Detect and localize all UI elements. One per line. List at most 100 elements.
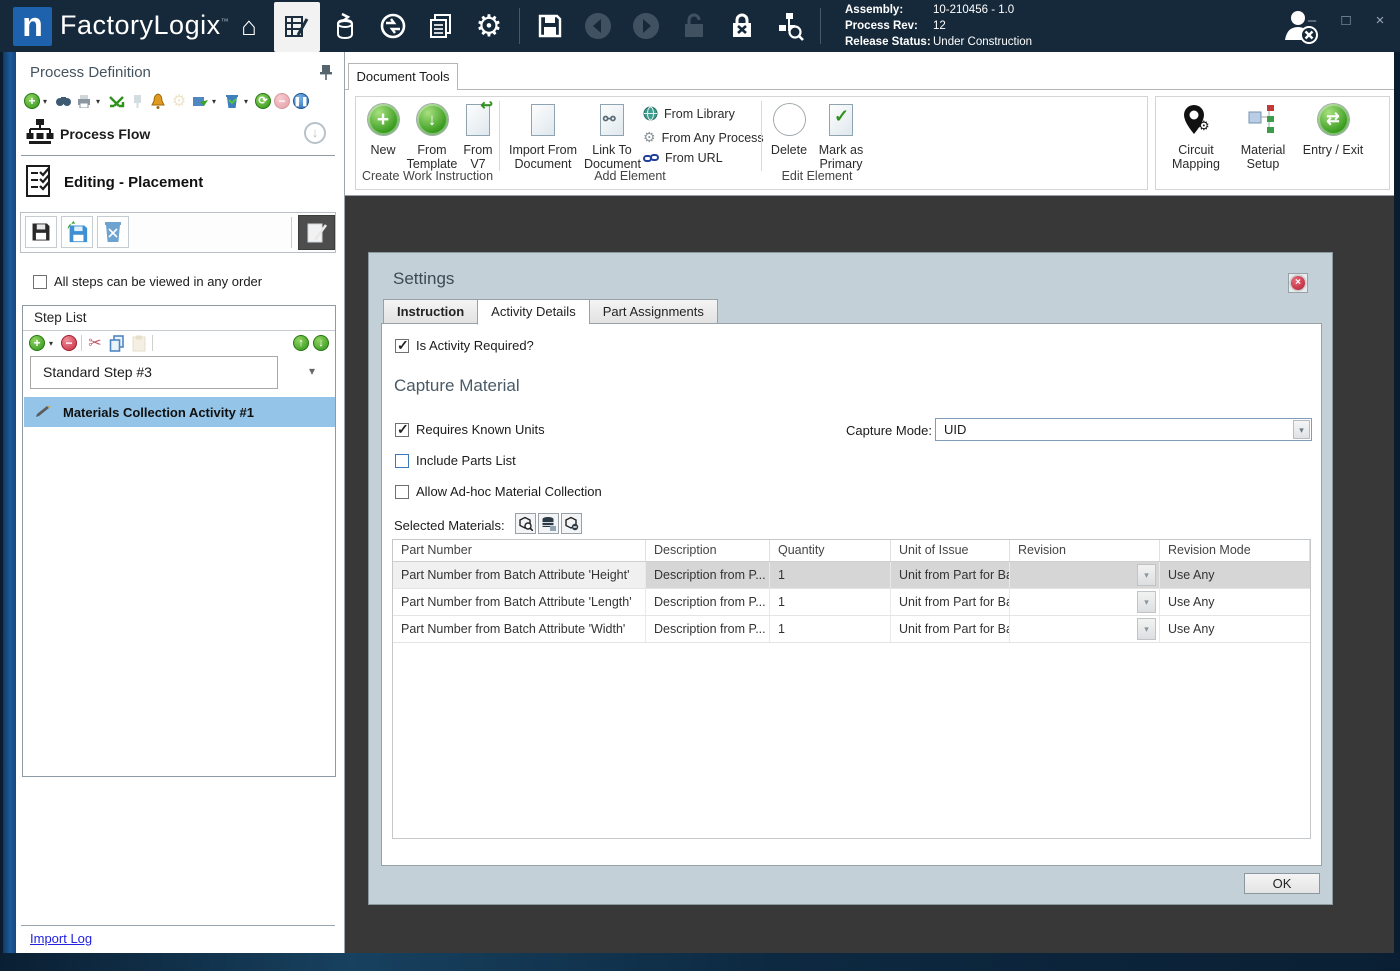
capture-mode-select[interactable]: UID ▾ [935, 418, 1312, 441]
unlock-button[interactable] [671, 2, 717, 50]
lock-revision-button[interactable] [719, 2, 765, 50]
tab-document-tools[interactable]: Document Tools [348, 63, 458, 90]
delete-step-button[interactable] [97, 216, 129, 248]
minimize-button[interactable]: – [1302, 12, 1322, 29]
ok-button[interactable]: OK [1244, 873, 1320, 894]
cut-icon[interactable]: ✂ [86, 334, 104, 352]
cell-description[interactable]: Description from P... [646, 562, 770, 588]
recycle-dropdown-caret[interactable]: ▾ [244, 97, 252, 106]
step-selector-input[interactable]: Standard Step #3 [30, 356, 278, 389]
table-row[interactable]: Part Number from Batch Attribute 'Width'… [393, 616, 1310, 643]
cell-revision[interactable]: ▾ [1010, 589, 1160, 615]
requires-known-units-checkbox[interactable] [395, 423, 409, 437]
allow-adhoc-checkbox[interactable] [395, 485, 409, 499]
import-log-link[interactable]: Import Log [30, 931, 92, 946]
edit-instruction-button[interactable] [298, 215, 335, 250]
cell-description[interactable]: Description from P... [646, 589, 770, 615]
cell-part-number[interactable]: Part Number from Batch Attribute 'Length… [393, 589, 646, 615]
sync-button[interactable] [370, 2, 416, 50]
from-template-button[interactable]: ↓ From Template [406, 104, 458, 171]
all-steps-checkbox-row[interactable]: All steps can be viewed in any order [33, 274, 262, 289]
cell-unit-of-issue[interactable]: Unit from Part for Bat [891, 562, 1010, 588]
from-any-process-item[interactable]: ⚙ From Any Process [643, 129, 764, 146]
requires-known-units-row[interactable]: Requires Known Units [395, 422, 545, 437]
col-quantity[interactable]: Quantity [770, 540, 891, 561]
add-icon[interactable]: + [24, 93, 40, 109]
is-activity-required-row[interactable]: Is Activity Required? [395, 338, 534, 353]
from-v7-button[interactable]: ↩ From V7 [460, 104, 496, 171]
documents-button[interactable] [418, 2, 464, 50]
all-steps-checkbox[interactable] [33, 275, 47, 289]
cell-revision[interactable]: ▾ [1010, 562, 1160, 588]
activity-list-item[interactable]: Materials Collection Activity #1 [24, 397, 335, 427]
cell-revision-mode[interactable]: Use Any [1160, 589, 1310, 615]
col-unit-of-issue[interactable]: Unit of Issue [891, 540, 1010, 561]
cell-description[interactable]: Description from P... [646, 616, 770, 642]
pin-icon[interactable] [319, 64, 333, 85]
close-button[interactable]: × [1370, 12, 1390, 29]
cell-unit-of-issue[interactable]: Unit from Part for Bat [891, 589, 1010, 615]
reassign-icon[interactable] [107, 92, 125, 110]
paste-icon[interactable] [130, 334, 148, 352]
home-button[interactable]: ⌂ [226, 2, 272, 50]
include-parts-list-row[interactable]: Include Parts List [395, 453, 516, 468]
move-up-icon[interactable]: ↑ [293, 335, 309, 351]
maximize-button[interactable]: □ [1336, 12, 1356, 29]
entry-exit-button[interactable]: ⇄ Entry / Exit [1298, 104, 1368, 157]
remove-material-button[interactable] [561, 513, 582, 534]
cell-part-number[interactable]: Part Number from Batch Attribute 'Width' [393, 616, 646, 642]
publish-dropdown-caret[interactable]: ▾ [212, 97, 220, 106]
from-library-item[interactable]: From Library [643, 106, 735, 121]
is-activity-required-checkbox[interactable] [395, 339, 409, 353]
tree-view-icon[interactable] [128, 92, 146, 110]
forward-button[interactable] [623, 2, 669, 50]
publish-icon[interactable] [191, 92, 209, 110]
dialog-close-button[interactable]: × [1288, 273, 1308, 293]
revision-dropdown[interactable]: ▾ [1137, 591, 1156, 613]
delete-element-button[interactable]: − Delete [768, 104, 810, 157]
recycle-icon[interactable] [223, 92, 241, 110]
search-material-button[interactable] [515, 513, 536, 534]
table-row[interactable]: Part Number from Batch Attribute 'Length… [393, 589, 1310, 616]
refresh-icon[interactable]: ⟳ [255, 93, 271, 109]
revision-dropdown[interactable]: ▾ [1137, 618, 1156, 640]
import-materials-button[interactable] [538, 513, 559, 534]
remove-step-icon[interactable]: − [61, 335, 77, 351]
mark-as-primary-button[interactable]: ✓ Mark as Primary [812, 104, 870, 171]
add-dropdown-caret[interactable]: ▾ [43, 97, 51, 106]
tab-activity-details[interactable]: Activity Details [477, 299, 589, 325]
circuit-mapping-button[interactable]: ⚙ Circuit Mapping [1166, 104, 1226, 171]
tab-instruction[interactable]: Instruction [383, 299, 477, 324]
back-button[interactable] [575, 2, 621, 50]
process-search-button[interactable] [767, 2, 813, 50]
step-selector-caret[interactable]: ▾ [309, 364, 315, 378]
cell-unit-of-issue[interactable]: Unit from Part for Bat [891, 616, 1010, 642]
move-down-icon[interactable]: ↓ [313, 335, 329, 351]
col-part-number[interactable]: Part Number [393, 540, 646, 561]
capture-mode-caret[interactable]: ▾ [1293, 420, 1310, 439]
tab-part-assignments[interactable]: Part Assignments [589, 299, 718, 324]
from-url-item[interactable]: From URL [643, 151, 723, 165]
save-step-button[interactable] [25, 216, 57, 248]
print-dropdown-caret[interactable]: ▾ [96, 97, 104, 106]
find-icon[interactable] [54, 92, 72, 110]
cell-revision-mode[interactable]: Use Any [1160, 562, 1310, 588]
col-revision-mode[interactable]: Revision Mode [1160, 540, 1310, 561]
new-instruction-button[interactable]: + New [363, 104, 403, 157]
cell-quantity[interactable]: 1 [770, 616, 891, 642]
link-to-document-button[interactable]: ⚯ Link To Document [584, 104, 640, 171]
import-from-document-button[interactable]: Import From Document [506, 104, 580, 171]
step-settings-icon[interactable]: ⚙ [170, 92, 188, 110]
notifications-icon[interactable] [149, 92, 167, 110]
table-row[interactable]: Part Number from Batch Attribute 'Height… [393, 562, 1310, 589]
process-flow-row[interactable]: Process Flow ↓ [26, 118, 336, 152]
print-icon[interactable] [75, 92, 93, 110]
save-as-button[interactable] [61, 216, 93, 248]
pause-icon[interactable]: ❚❚ [293, 93, 309, 109]
settings-button[interactable]: ⚙ [466, 2, 512, 50]
allow-adhoc-row[interactable]: Allow Ad-hoc Material Collection [395, 484, 602, 499]
collapse-arrow-icon[interactable]: ↓ [304, 122, 326, 144]
col-description[interactable]: Description [646, 540, 770, 561]
col-revision[interactable]: Revision [1010, 540, 1160, 561]
cell-quantity[interactable]: 1 [770, 589, 891, 615]
